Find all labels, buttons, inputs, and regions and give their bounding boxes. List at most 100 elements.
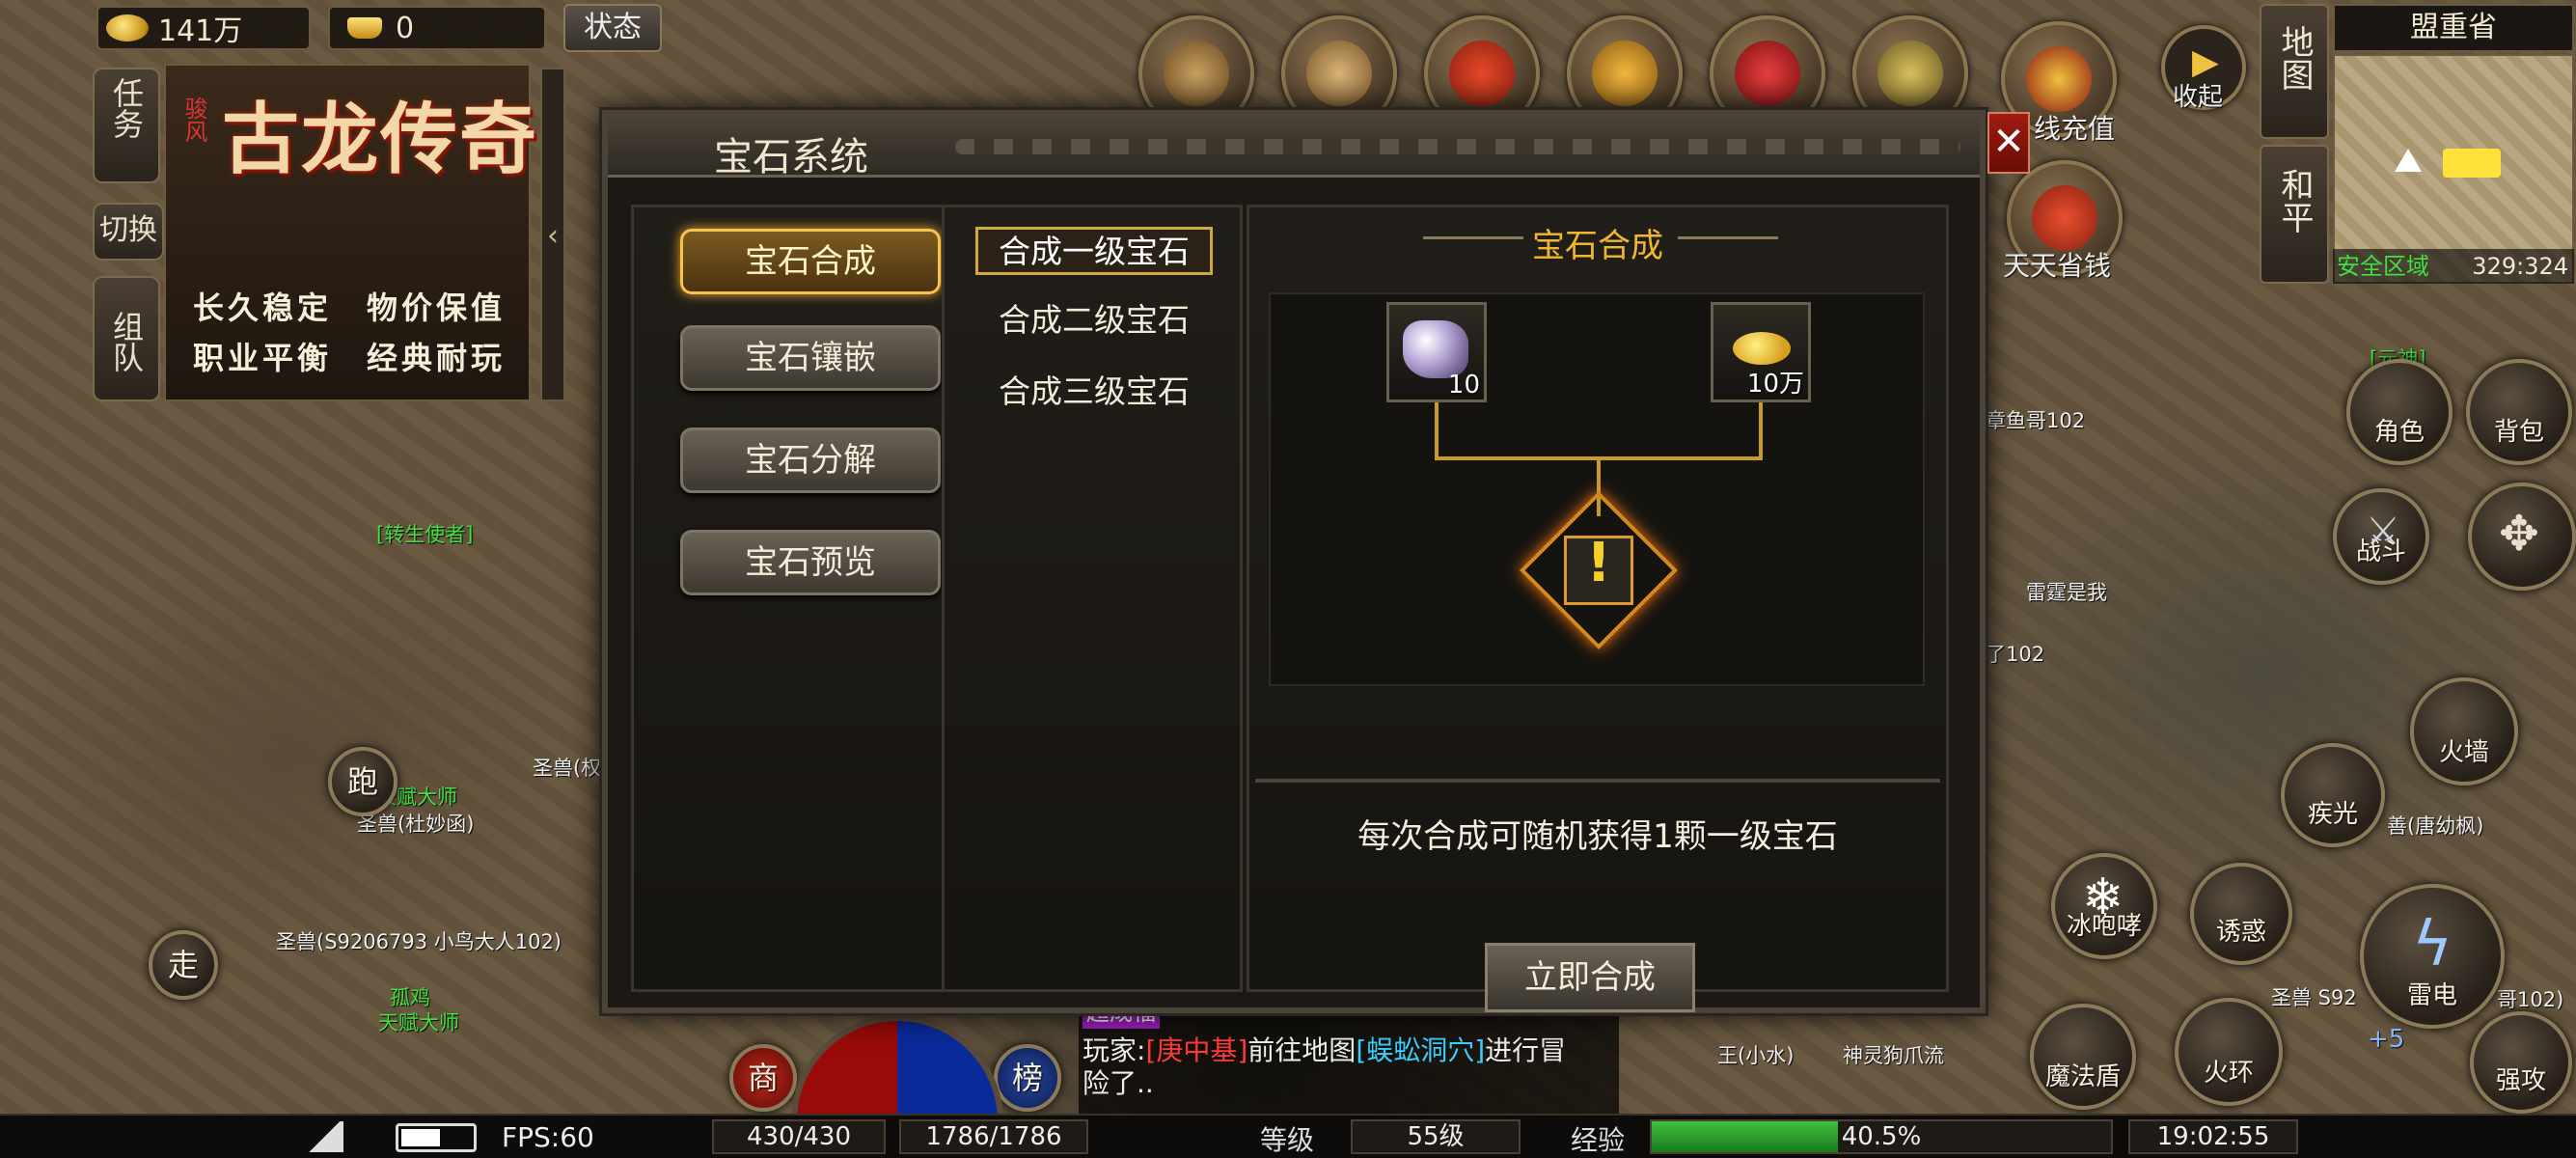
combine-now-button[interactable]: 立即合成 [1485,943,1695,1012]
menu-gem-decompose[interactable]: 宝石分解 [680,427,941,493]
fire-wall-skill[interactable]: 火墙 [2410,677,2518,786]
collapse-arrow-icon[interactable]: ‹ [540,68,565,401]
system-chat: 超成福 玩家:[庚中基]前往地图[蜈蚣洞穴]进行冒 险了.. [1079,996,1619,1114]
panel-divider [1255,779,1940,783]
menu-gem-inlay[interactable]: 宝石镶嵌 [680,325,941,391]
status-button[interactable]: 状态 [563,4,662,52]
attack-label: 强攻 [2495,1066,2546,1095]
chat-player: [庚中基] [1145,1034,1248,1066]
connector-right-vertical [1759,402,1763,458]
bag-label: 背包 [2493,418,2544,447]
walk-label: 走 [167,947,199,983]
exp-value: 40.5% [1841,1122,1922,1151]
rank-label: 榜 [1011,1060,1043,1096]
ingot-display: 0 [328,6,546,50]
gem-count: 10 [1447,371,1480,400]
character-label: 角色 [2373,418,2425,447]
menu-gem-preview[interactable]: 宝石预览 [680,530,941,595]
gold-material-slot[interactable]: 10万 [1711,302,1811,402]
section-title: 宝石合成 [1532,227,1663,265]
shop-label: 商 [747,1060,779,1096]
run-button[interactable]: 跑 [328,747,397,816]
close-dialog-button[interactable]: ✕ [1987,112,2030,174]
play-arrow-icon: ▶ [2192,42,2219,82]
battle-button[interactable]: 战斗 ⚔ [2333,488,2429,585]
ice-roar-skill[interactable]: 冰咆哮 ❄ [2051,853,2157,959]
gem-combine-panel: 宝石合成 10 10万 ! 每次合成可随机获得1颗一级宝石 立即合成 [1247,205,1949,1012]
menu-gem-combine[interactable]: 宝石合成 [680,229,941,294]
dialog-title: 宝石系统 [714,135,868,179]
gold-ingot-icon [347,17,382,39]
map-button-label: 地图 [2275,25,2314,91]
team-tab-label: 组队 [108,311,145,372]
gold-amount: 141万 [158,14,243,48]
collapse-label: 收起 [2173,83,2224,112]
chat-place: [蜈蚣洞穴] [1356,1034,1486,1066]
lure-skill[interactable]: 诱惑 [2190,863,2292,965]
fire-wall-label: 火墙 [2438,738,2489,767]
chat-prefix: 玩家: [1082,1034,1146,1066]
player-name: 雷霆是我 [2026,581,2107,604]
gem-material-slot[interactable]: 10 [1386,302,1487,402]
character-button[interactable]: 角色 [2346,359,2453,465]
hp-value: 430/430 [712,1119,886,1154]
lightning-icon: ϟ [2412,909,2453,980]
player-name: 圣兽(S9206793 小鸟大人102) [276,930,562,953]
clock: 19:02:55 [2128,1119,2298,1154]
hp-mp-orb [791,1015,1003,1121]
level-label: 等级 [1260,1124,1315,1156]
map-button[interactable]: 地图 [2260,4,2329,139]
player-name: 章鱼哥102 [1986,409,2086,432]
result-slot[interactable]: ! [1519,490,1679,650]
switch-tab[interactable]: 切换 [93,203,164,261]
run-label: 跑 [346,763,378,800]
gold-display: 141万 [96,6,311,50]
crossed-swords-icon: ⚔ [2366,510,2400,554]
walk-button[interactable]: 走 [149,930,218,1000]
game-logo: 古龙传奇 [222,94,538,184]
fire-ring-skill[interactable]: 火环 [2175,998,2283,1106]
level-value: 55级 [1351,1119,1521,1154]
shop-button[interactable]: 商 [729,1044,797,1112]
thunder-label: 雷电 [2406,981,2457,1010]
flash-skill[interactable]: 疾光 [2281,743,2385,847]
signal-icon [305,1121,343,1152]
submenu-level3[interactable]: 合成三级宝石 [975,370,1213,418]
bag-button[interactable]: 背包 [2466,359,2572,465]
gold-pile-icon [1733,332,1791,365]
fps-label: FPS:60 [502,1121,594,1153]
submenu-level1[interactable]: 合成一级宝石 [975,227,1213,275]
exp-bar-fill [1652,1121,1838,1152]
gem-level-column: 合成一级宝石 合成二级宝石 合成三级宝石 [942,205,1243,992]
slogan-line1: 长久稳定 物价保值 [193,290,507,326]
chat-middle: 前往地图 [1247,1034,1357,1066]
logo-small-text: 骏风 [180,96,207,143]
team-tab[interactable]: 组队 [93,276,160,401]
slogan-line2: 职业平衡 经典耐玩 [193,340,507,376]
gem-ore-icon [1403,320,1468,378]
gem-system-dialog: 宝石系统 宝石合成 宝石镶嵌 宝石分解 宝石预览 合成一级宝石 合成二级宝石 合… [602,110,1986,1013]
flash-label: 疾光 [2307,800,2358,829]
submenu-level2[interactable]: 合成二级宝石 [975,298,1213,346]
chat-line2: 险了.. [1082,1067,1154,1099]
lure-label: 诱惑 [2215,918,2266,947]
gem-menu-column: 宝石合成 宝石镶嵌 宝石分解 宝石预览 [631,205,959,992]
chat-suffix: 进行冒 [1485,1034,1567,1066]
dpad-button[interactable]: ✥ [2468,482,2576,591]
rank-button[interactable]: 榜 [994,1044,1061,1112]
thunder-skill[interactable]: 雷电 ϟ [2360,884,2505,1029]
move-arrows-icon: ✥ [2499,506,2539,562]
fire-ring-label: 火环 [2203,1059,2254,1088]
peace-mode-button[interactable]: 和平 [2260,145,2329,284]
save-money-label: 天天省钱 [2003,250,2112,282]
player-name: 神灵狗爪流 [1843,1044,1944,1067]
coordinates: 329:324 [2472,253,2568,280]
attack-button[interactable]: 强攻 [2470,1011,2572,1114]
plus-indicator: +5 [2368,1025,2405,1054]
unknown-result-icon: ! [1586,532,1611,594]
task-tab[interactable]: 任务 [93,68,160,183]
battery-icon [396,1123,477,1152]
magic-shield-skill[interactable]: 魔法盾 [2030,1004,2136,1110]
switch-tab-label: 切换 [99,213,157,247]
player-name: 王(小水) [1717,1044,1795,1067]
